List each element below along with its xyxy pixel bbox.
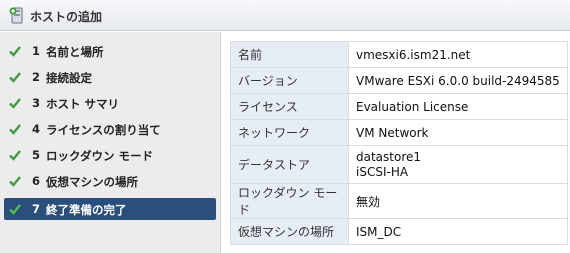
step-host-summary[interactable]: 3 ホスト サマリ bbox=[4, 92, 216, 114]
dialog-title: ホストの追加 bbox=[30, 10, 103, 24]
summary-key: データストア bbox=[230, 145, 349, 184]
step-label: 仮想マシンの場所 bbox=[46, 175, 138, 189]
step-number: 1 bbox=[32, 44, 41, 58]
summary-value: datastore1 iSCSI-HA bbox=[348, 145, 568, 184]
checkmark-icon bbox=[9, 150, 21, 161]
table-row: バージョン VMware ESXi 6.0.0 build-2494585 bbox=[230, 67, 568, 94]
summary-value: vmesxi6.ism21.net bbox=[348, 41, 568, 68]
datastore-name: datastore1 bbox=[356, 149, 422, 164]
summary-value: 無効 bbox=[348, 183, 568, 219]
step-number: 2 bbox=[32, 70, 41, 84]
wizard-steps-nav: 1 名前と場所 2 接続設定 3 ホスト サマリ 4 ライセンスの割り当て 5 … bbox=[0, 32, 221, 253]
checkmark-icon bbox=[9, 46, 21, 57]
step-connection-settings[interactable]: 2 接続設定 bbox=[4, 66, 216, 88]
step-number: 6 bbox=[32, 174, 41, 188]
step-label: 接続設定 bbox=[46, 71, 92, 85]
step-number: 4 bbox=[32, 122, 41, 136]
checkmark-icon bbox=[9, 72, 21, 83]
step-label: ホスト サマリ bbox=[46, 97, 120, 111]
step-assign-license[interactable]: 4 ライセンスの割り当て bbox=[4, 118, 216, 140]
checkmark-icon bbox=[9, 204, 21, 215]
table-row: 仮想マシンの場所 ISM_DC bbox=[230, 218, 568, 245]
summary-value: ISM_DC bbox=[348, 218, 568, 245]
step-number: 5 bbox=[32, 148, 41, 162]
summary-table: 名前 vmesxi6.ism21.net バージョン VMware ESXi 6… bbox=[230, 41, 568, 245]
table-row: ライセンス Evaluation License bbox=[230, 93, 568, 120]
summary-key: バージョン bbox=[230, 67, 349, 94]
step-name-and-location[interactable]: 1 名前と場所 bbox=[4, 40, 216, 62]
step-ready-to-complete[interactable]: 7 終了準備の完了 bbox=[4, 198, 216, 220]
summary-key: ライセンス bbox=[230, 93, 349, 120]
summary-panel: 名前 vmesxi6.ism21.net バージョン VMware ESXi 6… bbox=[222, 32, 570, 253]
step-number: 7 bbox=[32, 202, 41, 216]
summary-value: Evaluation License bbox=[348, 93, 568, 120]
step-label: 終了準備の完了 bbox=[46, 203, 127, 217]
step-label: 名前と場所 bbox=[46, 45, 104, 59]
table-row: ロックダウン モード 無効 bbox=[230, 183, 568, 219]
datastore-name: iSCSI-HA bbox=[356, 164, 409, 179]
summary-key: ロックダウン モード bbox=[230, 183, 349, 219]
table-row: 名前 vmesxi6.ism21.net bbox=[230, 41, 568, 68]
summary-key: 仮想マシンの場所 bbox=[230, 218, 349, 245]
step-lockdown-mode[interactable]: 5 ロックダウン モード bbox=[4, 144, 216, 166]
checkmark-icon bbox=[9, 98, 21, 109]
table-row: ネットワーク VM Network bbox=[230, 119, 568, 146]
add-host-icon bbox=[9, 7, 23, 24]
summary-key: ネットワーク bbox=[230, 119, 349, 146]
summary-value: VMware ESXi 6.0.0 build-2494585 bbox=[348, 67, 568, 94]
step-label: ライセンスの割り当て bbox=[46, 123, 161, 137]
summary-value: VM Network bbox=[348, 119, 568, 146]
step-number: 3 bbox=[32, 96, 41, 110]
summary-key: 名前 bbox=[230, 41, 349, 68]
step-vm-location[interactable]: 6 仮想マシンの場所 bbox=[4, 170, 216, 192]
table-row: データストア datastore1 iSCSI-HA bbox=[230, 145, 568, 184]
step-label: ロックダウン モード bbox=[46, 149, 154, 163]
dialog-titlebar: ホストの追加 bbox=[0, 0, 570, 31]
checkmark-icon bbox=[9, 124, 21, 135]
checkmark-icon bbox=[9, 176, 21, 187]
